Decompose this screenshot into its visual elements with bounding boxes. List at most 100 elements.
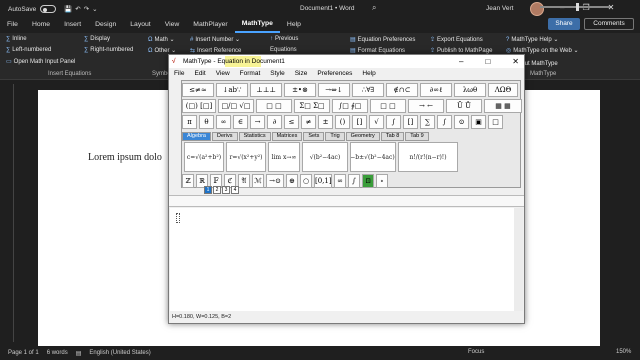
horizontal-ruler[interactable] [169,195,524,207]
logic-button[interactable]: ∴∀∃ [352,83,384,97]
tab-trig[interactable]: Trig [325,132,345,141]
equation-preferences-button[interactable]: ▤ Equation Preferences [350,36,415,43]
open-math-input-panel-button[interactable]: ▭ Open Math Input Panel [6,58,75,65]
tab-algebra[interactable]: Algebra [182,132,211,141]
tab-mathtype[interactable]: MathType [234,17,280,33]
comments-button[interactable]: Comments [584,18,634,30]
spaces-button[interactable]: ↓ab∵ [216,83,248,97]
products-button[interactable]: Ū Ů [446,99,482,113]
arrow-button[interactable]: → [250,115,265,129]
menu-edit[interactable]: Edit [189,68,210,79]
integral-button[interactable]: ∫ [386,115,401,129]
greek-upper-button[interactable]: ΛΩΘ [488,83,518,97]
editor-scrollbar[interactable] [514,208,523,311]
mathtype-web-button[interactable]: ◎ MathType on the Web ⌄ [506,47,579,54]
left-numbered-button[interactable]: ∑ Left-numbered [6,47,51,53]
scripts-button[interactable]: □ □ [256,99,292,113]
share-button[interactable]: Share [548,18,580,30]
template-discriminant[interactable]: √(b²−4ac) [302,142,348,172]
zoom-slider[interactable] [540,6,610,8]
zoom-level[interactable]: 150% [616,349,631,355]
placeholder-button[interactable]: □ [488,115,503,129]
sqrt-button[interactable]: √ [369,115,384,129]
inline-button[interactable]: ∑ Inline [6,36,27,42]
tab-view[interactable]: View [158,18,187,32]
menu-file[interactable]: File [169,68,189,79]
tab-help[interactable]: Help [280,18,308,32]
tab-statistics[interactable]: Statistics [238,132,271,141]
menu-help[interactable]: Help [357,68,380,79]
template-hypotenuse[interactable]: c=√(a²+b²) [184,142,224,172]
search-icon[interactable]: ⌕ [372,3,376,13]
size-4[interactable]: 4 [231,186,239,194]
template-combination[interactable]: n!/(r!(n−r)!) [398,142,458,172]
insert-number-button[interactable]: # Insert Number ⌄ [190,36,240,43]
export-equations-button[interactable]: ⇪ Export Equations [430,36,483,43]
tab-matrices[interactable]: Matrices [271,132,303,141]
partial-button[interactable]: ∂ [267,115,282,129]
previous-button[interactable]: ↑ Previous [270,36,298,42]
greek-lower-button[interactable]: λωθ [454,83,486,97]
oplus-button[interactable]: ⊕ [286,174,298,188]
size-1[interactable]: 1 [204,186,212,194]
mathtype-help-button[interactable]: ? MathType Help ⌄ [506,36,558,43]
display-button[interactable]: ∑ Display [84,36,110,42]
equations-dropdown[interactable]: Equations [270,47,297,53]
other-symbols-button[interactable]: Ω Other ⌄ [148,47,176,54]
sets-button[interactable]: ∉∩⊂ [386,83,418,97]
menu-style[interactable]: Style [265,68,289,79]
language[interactable]: English (United States) [89,350,150,356]
plus-minus-button[interactable]: ± [318,115,333,129]
quick-access-toolbar[interactable]: 💾↶↷⌄ [64,5,100,13]
menu-view[interactable]: View [211,68,235,79]
circled-dot-button[interactable]: ⊙ [454,115,469,129]
word-count[interactable]: 6 words [47,350,68,356]
matrices-button[interactable]: ▦ ▦ [484,99,522,113]
fences-button[interactable]: (□) [□] [182,99,216,113]
neq-button[interactable]: ≠ [301,115,316,129]
document-text[interactable]: Lorem ipsum dolo [88,152,162,163]
infinity-button[interactable]: ∞ [216,115,231,129]
embellishments-button[interactable]: ⊥⊥⊥ [250,83,282,97]
document-scrollbar[interactable] [628,84,636,342]
size-2[interactable]: 2 [213,186,221,194]
proofing-icon[interactable]: ▤ [76,350,82,357]
fraktur-a-button[interactable]: 𝔄 [238,174,250,188]
close-icon[interactable]: ✕ [512,55,519,68]
menu-size[interactable]: Size [290,68,313,79]
integers-button[interactable]: ℤ [182,174,194,188]
menu-preferences[interactable]: Preferences [312,68,357,79]
pi-button[interactable]: π [182,115,197,129]
matrix-button[interactable]: [] [403,115,418,129]
fractions-radicals-button[interactable]: □/□ √□ [218,99,254,113]
operators-button[interactable]: ±•⊗ [284,83,316,97]
circle-button[interactable]: ○ [300,174,312,188]
green-box-button[interactable]: ⊡ [362,174,374,188]
template-limit[interactable]: lim x→∞ [268,142,300,172]
tab-9[interactable]: Tab 9 [405,132,429,141]
integrals-button[interactable]: ∫□ ∮□ [332,99,368,113]
box-button[interactable]: ▣ [471,115,486,129]
right-numbered-button[interactable]: ∑ Right-numbered [84,47,133,53]
leq-button[interactable]: ≤ [284,115,299,129]
labeled-arrows-button[interactable]: → ← [408,99,444,113]
arrow-circle-button[interactable]: →⊙ [266,174,284,188]
relations-button[interactable]: ≤≠≈ [182,83,214,97]
equation-editor[interactable] [170,208,523,311]
math-symbols-button[interactable]: Ω Math ⌄ [148,36,175,43]
tab-layout[interactable]: Layout [123,18,157,32]
element-of-button[interactable]: ∈ [233,115,248,129]
script-m-button[interactable]: ℳ [252,174,264,188]
sums-button[interactable]: Σ□ Σ□ [294,99,330,113]
bars-button[interactable]: □ □ [370,99,406,113]
tab-home[interactable]: Home [25,18,57,32]
insert-reference-button[interactable]: ⇆ Insert Reference [190,47,241,54]
arrows-button[interactable]: →⇔↓ [318,83,350,97]
publish-mathpage-button[interactable]: ⇪ Publish to MathPage [430,47,492,54]
avatar[interactable] [530,2,544,16]
integral-button-2[interactable]: ∫ [348,174,360,188]
tab-insert[interactable]: Insert [57,18,88,32]
size-3[interactable]: 3 [222,186,230,194]
degree-button[interactable]: ∘ [376,174,388,188]
autosave-toggle[interactable] [40,5,57,13]
